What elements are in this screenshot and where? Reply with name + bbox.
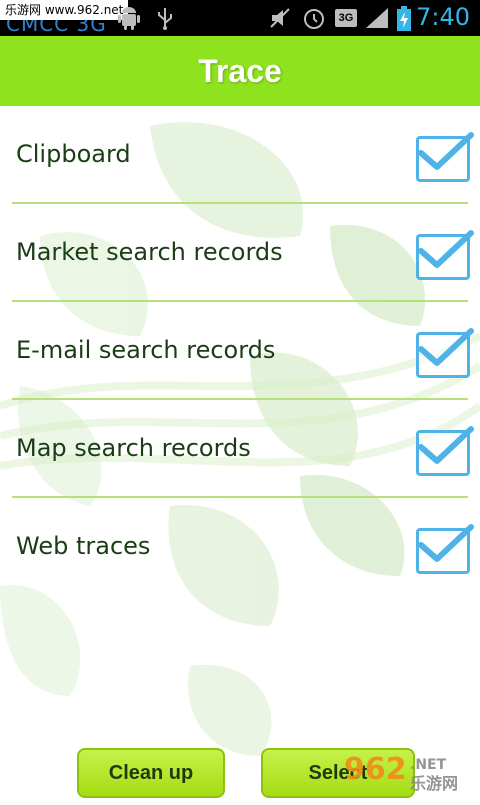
list-item-map-search[interactable]: Map search records	[0, 400, 480, 498]
web-traces-checkbox[interactable]	[416, 524, 474, 574]
logo-brand: 乐游网	[410, 774, 458, 793]
mute-icon	[268, 6, 292, 30]
alarm-icon	[302, 6, 326, 30]
page-title: Trace	[198, 52, 282, 89]
list-item-clipboard[interactable]: Clipboard	[0, 106, 480, 204]
list-item-label: Market search records	[16, 238, 283, 266]
check-icon	[418, 524, 474, 562]
network-type-badge: 3G	[335, 9, 357, 27]
list-item-web-traces[interactable]: Web traces	[0, 498, 480, 596]
list-item-label: Map search records	[16, 434, 251, 462]
check-icon	[418, 132, 474, 170]
android-icon	[118, 6, 140, 30]
status-clock: 7:40	[416, 3, 470, 31]
status-bar: CMCC 3G 乐游网 www.962.net 3G 7:40	[0, 0, 480, 36]
logo-net: .NET	[410, 757, 447, 773]
logo-number: 962	[344, 752, 407, 787]
battery-charging-icon	[396, 6, 412, 31]
list-item-label: E-mail search records	[16, 336, 276, 364]
email-search-checkbox[interactable]	[416, 328, 474, 378]
watermark-logo: 962 .NET 乐游网	[330, 745, 480, 800]
signal-icon	[364, 6, 390, 30]
clean-up-button[interactable]: Clean up	[77, 748, 225, 798]
watermark-text: 乐游网 www.962.net	[0, 0, 129, 20]
check-icon	[418, 426, 474, 464]
clipboard-checkbox[interactable]	[416, 132, 474, 182]
trace-list: Clipboard Market search records E-mail s…	[0, 106, 480, 596]
check-icon	[418, 230, 474, 268]
check-icon	[418, 328, 474, 366]
map-search-checkbox[interactable]	[416, 426, 474, 476]
title-bar: Trace	[0, 36, 480, 106]
list-item-label: Web traces	[16, 532, 151, 560]
usb-icon	[156, 6, 174, 30]
list-item-email-search[interactable]: E-mail search records	[0, 302, 480, 400]
list-item-market-search[interactable]: Market search records	[0, 204, 480, 302]
list-item-label: Clipboard	[16, 140, 131, 168]
market-search-checkbox[interactable]	[416, 230, 474, 280]
